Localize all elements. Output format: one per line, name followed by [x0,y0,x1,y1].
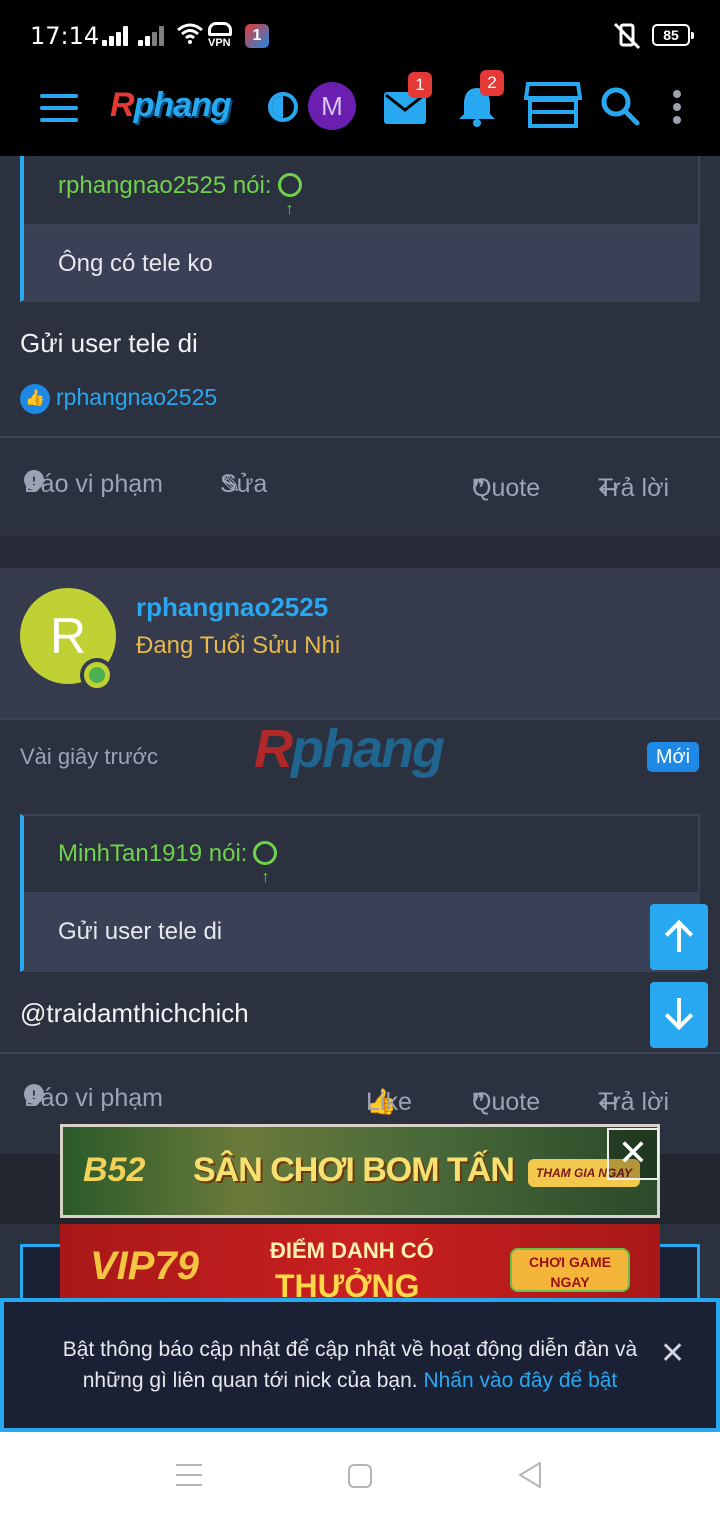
quote-text: Ông có tele ko [58,250,213,277]
post-2: R rphangnao2525 Đang Tuổi Sửu Nhi Vài gi… [0,568,720,1154]
notification-message: Bật thông báo cập nhật để cập nhật về ho… [40,1334,660,1396]
like-label: Like [366,1088,412,1116]
alerts-badge: 2 [480,70,504,96]
recent-apps-icon[interactable] [176,1464,202,1494]
report-label: Báo vi phạm [24,1084,163,1112]
home-icon[interactable] [348,1464,372,1488]
quote-header[interactable]: rphangnao2525 nói: [24,156,698,248]
edit-label: Sửa [220,470,268,498]
ad-banner-2[interactable]: VIP79 ĐIỂM DANH CÓ THƯỞNG CHƠI GAME NGAY [60,1224,660,1300]
post-1-likes[interactable]: 👍 rphangnao2525 [20,384,217,414]
author-title: Đang Tuổi Sửu Nhi [136,632,341,659]
close-notification-button[interactable]: ✕ [660,1336,685,1371]
signal-icon [102,26,132,46]
app-notification-icon: 1 [245,24,269,48]
online-status-icon [80,658,114,692]
ad1-brand: B52 [83,1151,146,1189]
quote-label: Quote [472,474,541,502]
logo-r: R [110,86,135,124]
post-2-author-header: R rphangnao2525 Đang Tuổi Sửu Nhi [0,568,720,718]
back-icon[interactable] [516,1460,544,1490]
new-badge: Mới [647,742,699,772]
jump-to-quote-icon[interactable] [277,172,302,248]
search-icon[interactable] [600,86,640,126]
system-navigation-bar [0,1432,720,1520]
post-1-quote: rphangnao2525 nói: Ông có tele ko [20,156,700,302]
battery-icon: 85 [652,24,694,46]
user-avatar[interactable]: M [308,82,356,130]
reply-label: Trả lời [598,474,670,502]
ad2-line1: ĐIỂM DANH CÓ [270,1238,434,1263]
scroll-up-button[interactable] [650,904,708,970]
messages-badge: 1 [408,72,432,98]
menu-icon[interactable] [40,94,78,124]
logo-text: phang [133,86,232,124]
top-navbar: Rphang M 1 2 [0,70,720,156]
divider [0,1052,720,1054]
ad2-brand: VIP79 [90,1244,199,1288]
site-logo[interactable]: Rphang [110,86,232,125]
vpn-label: VPN [208,37,231,49]
watermark-r: R [254,719,293,779]
ad2-cta-button[interactable]: CHƠI GAME NGAY [510,1248,630,1292]
quote-author: rphangnao2525 nói: [58,172,272,199]
liked-by-user[interactable]: rphangnao2525 [56,384,217,410]
watermark-text: phang [291,719,445,779]
push-notification-prompt: Bật thông báo cập nhật để cập nhật về ho… [0,1298,720,1432]
post-1-actions: ! Báo vi phạm ✎ Sửa ❞ Quote ↩ Trả lời [0,470,720,530]
theme-toggle-icon[interactable] [268,92,298,122]
vpn-icon: VPN [208,22,232,49]
quote-header[interactable]: MinhTan1919 nói: [24,816,698,916]
ad1-text: SÂN CHƠI BOM TẤN [193,1151,515,1189]
ad-banner-1[interactable]: B52 SÂN CHƠI BOM TẤN THAM GIA NGAY [60,1124,660,1218]
signal-icon-2 [138,26,168,46]
more-options-icon[interactable] [673,90,681,129]
vibrate-off-icon [613,22,641,50]
enable-notifications-link[interactable]: Nhấn vào đây để bật [423,1369,617,1392]
divider [0,436,720,438]
post-separator [0,536,720,568]
post-1: rphangnao2525 nói: Ông có tele ko Gửi us… [0,156,720,536]
post-2-quote: MinhTan1919 nói: Gửi user tele di [20,814,700,972]
report-label: Báo vi phạm [24,470,163,498]
author-name[interactable]: rphangnao2525 [136,592,328,623]
post-1-body: Gửi user tele di [20,328,198,358]
like-thumb-icon: 👍 [20,384,50,414]
status-bar: 17:14 VPN 1 85 [0,0,720,70]
reply-label: Trả lời [598,1088,670,1116]
quote-label: Quote [472,1088,541,1116]
status-time: 17:14 [30,22,100,50]
post-2-body: @traidamthichchich [20,998,249,1028]
watermark-logo: Rphang [254,718,445,780]
ad2-line2: THƯỞNG [275,1268,420,1300]
quote-text: Gửi user tele di [58,918,223,945]
jump-to-quote-icon[interactable] [253,840,278,916]
quote-author: MinhTan1919 nói: [58,840,248,867]
post-time[interactable]: Vài giây trước [20,744,158,770]
scroll-down-button[interactable] [650,982,708,1048]
ad-close-button[interactable]: ✕ [607,1128,659,1180]
wifi-icon [177,23,203,44]
store-icon[interactable] [524,80,582,130]
